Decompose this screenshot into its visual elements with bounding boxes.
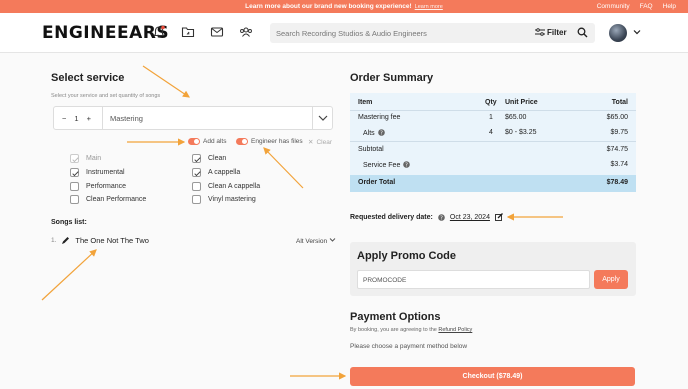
annotation-arrow <box>41 249 97 301</box>
annotation-arrows <box>41 65 563 380</box>
annotation-arrow <box>142 65 190 98</box>
annotation-arrow <box>263 147 304 189</box>
